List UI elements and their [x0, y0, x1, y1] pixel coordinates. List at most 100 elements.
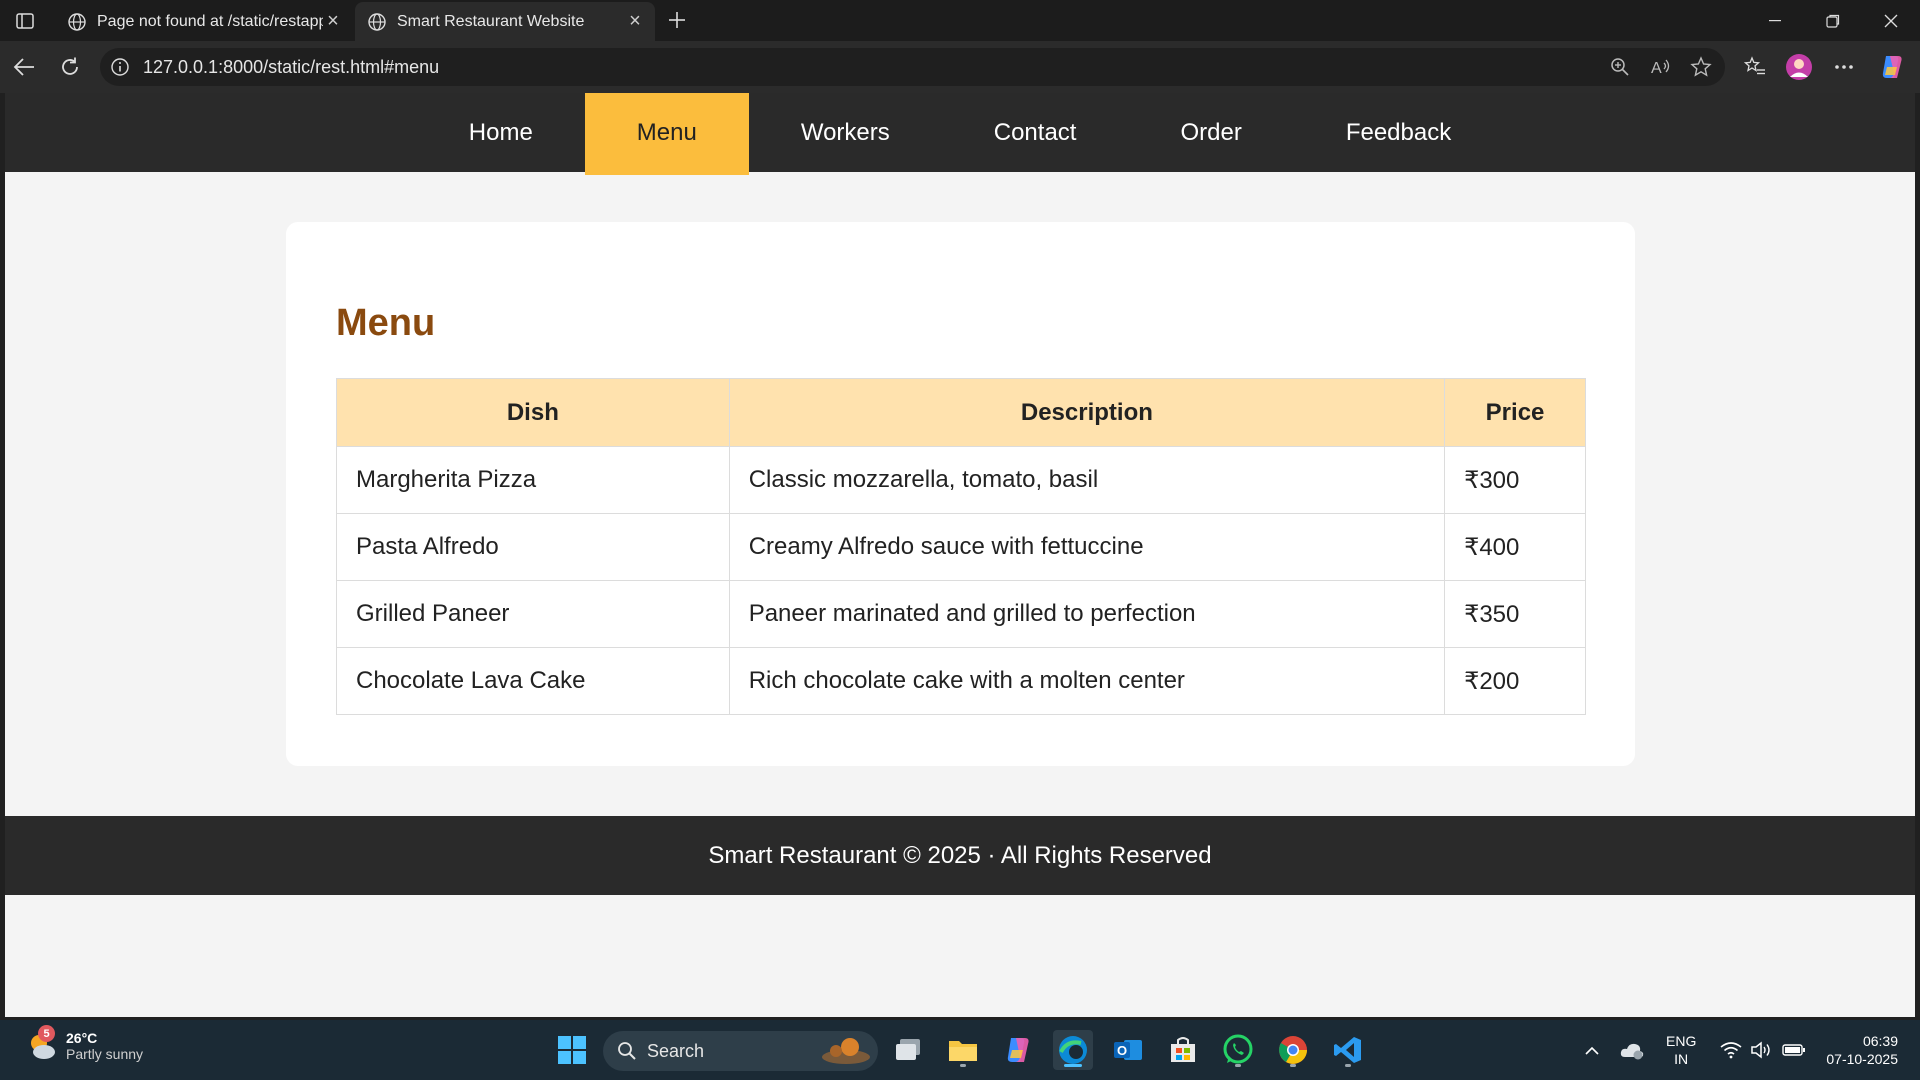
- weather-temp: 26°C: [66, 1030, 98, 1046]
- weather-badge: 5: [38, 1025, 55, 1042]
- description-cell: Paneer marinated and grilled to perfecti…: [728, 580, 1446, 648]
- dish-cell: Pasta Alfredo: [336, 513, 730, 581]
- start-windows-icon[interactable]: [552, 1030, 592, 1070]
- copilot-app-icon[interactable]: [998, 1030, 1038, 1070]
- window-controls: [1746, 0, 1920, 41]
- wifi-icon: [1720, 1042, 1742, 1059]
- search-label: Search: [647, 1040, 705, 1061]
- site-footer: Smart Restaurant © 2025 · All Rights Res…: [5, 816, 1915, 895]
- column-header-dish: Dish: [336, 378, 730, 447]
- tab-title: Smart Restaurant Website: [397, 12, 585, 30]
- onedrive-sync-icon[interactable]: [1612, 1030, 1652, 1070]
- more-options-icon[interactable]: [1830, 53, 1858, 81]
- zoom-icon[interactable]: [1608, 56, 1632, 78]
- price-cell: ₹400: [1444, 513, 1586, 581]
- description-cell: Rich chocolate cake with a molten center: [728, 647, 1446, 715]
- clock-time: 06:39: [1862, 1033, 1898, 1049]
- partly-sunny-icon: 5: [26, 1025, 58, 1062]
- weather-widget[interactable]: 5 26°C Partly sunny: [26, 1025, 144, 1062]
- page-viewport: Home Menu Workers Contact Order Feedback…: [5, 93, 1915, 1017]
- task-view-icon[interactable]: [888, 1030, 928, 1070]
- description-cell: Creamy Alfredo sauce with fettuccine: [728, 513, 1446, 581]
- close-tab-icon[interactable]: ×: [625, 10, 645, 32]
- price-cell: ₹300: [1444, 446, 1586, 514]
- show-hidden-icons-chevron-icon[interactable]: [1572, 1030, 1612, 1070]
- whatsapp-icon[interactable]: [1218, 1030, 1258, 1070]
- price-cell: ₹350: [1444, 580, 1586, 648]
- column-header-description: Description: [728, 378, 1446, 447]
- browser-tab-bar: Page not found at /static/restapp × Smar…: [0, 0, 1920, 41]
- menu-card: Menu Dish Description Price Margherita P…: [286, 222, 1635, 766]
- restore-icon[interactable]: [1804, 0, 1862, 41]
- edge-browser-icon[interactable]: [1053, 1030, 1093, 1070]
- outlook-icon[interactable]: O: [1108, 1030, 1148, 1070]
- nav-link-home[interactable]: Home: [417, 93, 585, 172]
- clock-date: 07-10-2025: [1826, 1051, 1898, 1067]
- weather-condition: Partly sunny: [66, 1046, 144, 1062]
- table-row: Chocolate Lava Cake Rich chocolate cake …: [336, 647, 1586, 715]
- search-highlight-icon: [822, 1038, 870, 1064]
- volume-icon: [1751, 1041, 1770, 1059]
- battery-icon: [1782, 1044, 1805, 1056]
- address-toolbar: 127.0.0.1:8000/static/rest.html#menu A: [0, 41, 1920, 93]
- file-explorer-icon[interactable]: [943, 1030, 983, 1070]
- description-cell: Classic mozzarella, tomato, basil: [728, 446, 1446, 514]
- tab-actions-icon[interactable]: [11, 9, 39, 33]
- dish-cell: Grilled Paneer: [336, 580, 730, 648]
- running-indicator: [1345, 1064, 1351, 1067]
- dish-cell: Chocolate Lava Cake: [336, 647, 730, 715]
- system-clock[interactable]: 06:39 07-10-2025: [1818, 1032, 1898, 1068]
- minimize-icon[interactable]: [1746, 0, 1804, 41]
- favorite-star-icon[interactable]: [1689, 56, 1713, 78]
- url-text: 127.0.0.1:8000/static/rest.html#menu: [143, 57, 440, 77]
- close-tab-icon[interactable]: ×: [323, 10, 343, 32]
- language-code: ENG: [1666, 1033, 1697, 1049]
- table-row: Pasta Alfredo Creamy Alfredo sauce with …: [336, 513, 1586, 581]
- table-row: Grilled Paneer Paneer marinated and gril…: [336, 580, 1586, 648]
- search-icon: [618, 1042, 636, 1060]
- table-header-row: Dish Description Price: [336, 378, 1586, 447]
- footer-text: Smart Restaurant © 2025 · All Rights Res…: [708, 841, 1212, 869]
- nav-link-menu[interactable]: Menu: [584, 93, 749, 175]
- globe-icon: [68, 12, 86, 31]
- region-code: IN: [1674, 1051, 1689, 1067]
- address-bar[interactable]: 127.0.0.1:8000/static/rest.html#menu A: [100, 48, 1725, 86]
- svg-text:A: A: [1651, 60, 1662, 77]
- new-tab-icon[interactable]: [663, 6, 691, 34]
- site-navbar: Home Menu Workers Contact Order Feedback: [5, 93, 1915, 175]
- close-window-icon[interactable]: [1862, 0, 1920, 41]
- browser-tab-page-not-found[interactable]: Page not found at /static/restapp ×: [55, 2, 353, 41]
- profile-avatar-icon[interactable]: [1785, 53, 1813, 81]
- price-cell: ₹200: [1444, 647, 1586, 715]
- menu-heading: Menu: [336, 302, 436, 344]
- language-indicator[interactable]: ENG IN: [1666, 1032, 1696, 1068]
- read-aloud-icon[interactable]: A: [1649, 56, 1673, 78]
- quick-settings[interactable]: [1707, 1030, 1819, 1070]
- copilot-icon[interactable]: [1878, 53, 1906, 81]
- column-header-price: Price: [1444, 378, 1586, 447]
- taskbar-search[interactable]: Search: [603, 1031, 878, 1071]
- globe-icon: [368, 12, 386, 31]
- dish-cell: Margherita Pizza: [336, 446, 730, 514]
- nav-link-contact[interactable]: Contact: [942, 93, 1129, 172]
- svg-text:O: O: [1117, 1043, 1127, 1058]
- running-indicator: [1290, 1064, 1296, 1067]
- vscode-icon[interactable]: [1328, 1030, 1368, 1070]
- running-indicator: [960, 1064, 966, 1067]
- nav-link-order[interactable]: Order: [1128, 93, 1293, 172]
- nav-link-feedback[interactable]: Feedback: [1294, 93, 1503, 172]
- active-indicator: [1064, 1064, 1082, 1067]
- site-info-icon[interactable]: [110, 57, 130, 77]
- back-arrow-icon[interactable]: [8, 51, 40, 83]
- refresh-icon[interactable]: [54, 51, 86, 83]
- table-row: Margherita Pizza Classic mozzarella, tom…: [336, 446, 1586, 514]
- windows-taskbar: 5 26°C Partly sunny Search O ENG IN 06:3…: [0, 1020, 1920, 1080]
- nav-link-workers[interactable]: Workers: [749, 93, 942, 172]
- running-indicator: [1235, 1064, 1241, 1067]
- microsoft-store-icon[interactable]: [1163, 1030, 1203, 1070]
- browser-tab-smart-restaurant[interactable]: Smart Restaurant Website ×: [355, 2, 655, 41]
- menu-table: Dish Description Price Margherita Pizza …: [336, 378, 1586, 715]
- tab-title: Page not found at /static/restapp: [97, 12, 323, 30]
- chrome-icon[interactable]: [1273, 1030, 1313, 1070]
- favorites-icon[interactable]: [1741, 53, 1769, 81]
